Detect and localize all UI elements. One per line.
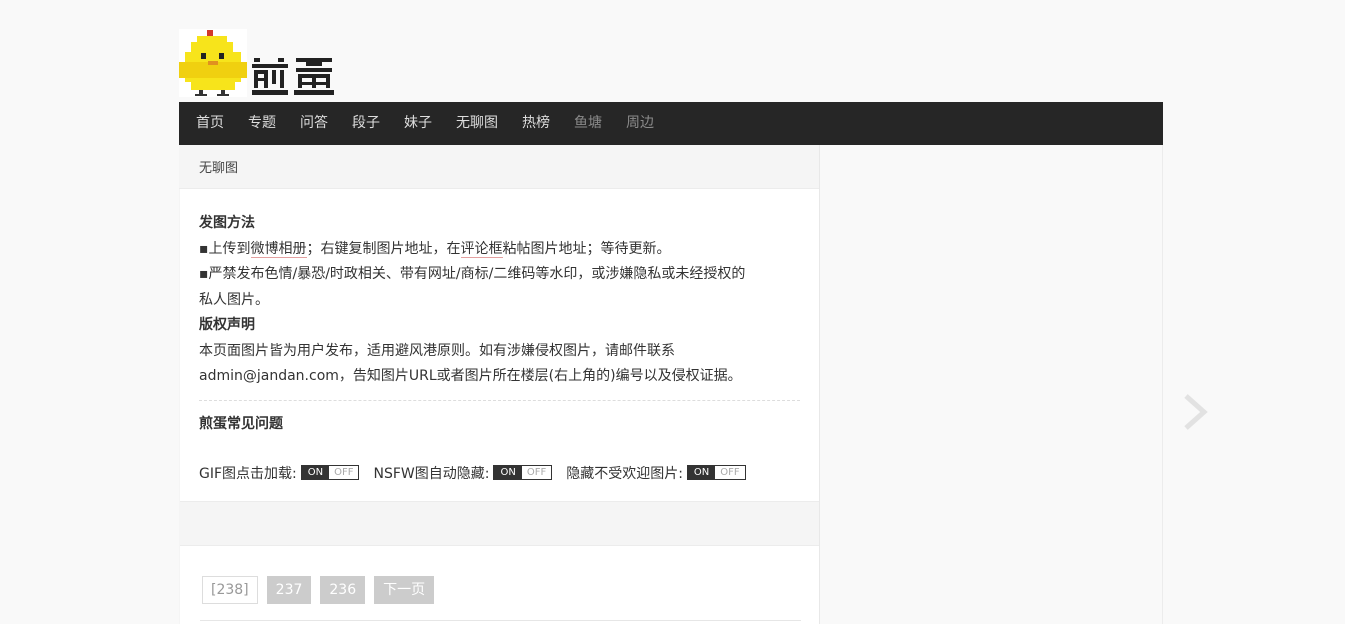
howto-line-2: ▪严禁发布色情/暴恐/时政相关、带有网址/商标/二维码等水印，或涉嫌隐私或未经授…	[199, 266, 746, 282]
nav-item-jokes[interactable]: 段子	[352, 102, 380, 145]
howto-text: ；右键复制图片地址，在	[306, 240, 461, 257]
nav-item-hot[interactable]: 热榜	[522, 102, 550, 145]
breadcrumb: 无聊图	[179, 145, 819, 189]
copyright-title: 版权声明	[199, 317, 255, 333]
pagination: [238] 237 236 下一页	[202, 576, 443, 604]
page-current: [238]	[202, 576, 258, 604]
weibo-album-link[interactable]: 微博相册	[250, 240, 307, 258]
unpopular-toggle-label: 隐藏不受欢迎图片:	[566, 465, 683, 482]
nsfw-toggle-on[interactable]: ON	[494, 466, 522, 479]
divider	[199, 399, 800, 401]
logo-wordmark	[252, 58, 334, 95]
main-column: 无聊图 发图方法 ▪上传到微博相册；右键复制图片地址，在评论框粘帖图片地址；等待…	[179, 145, 820, 624]
nsfw-toggle-off[interactable]: OFF	[521, 466, 552, 479]
settings-toggles: GIF图点击加载: ON OFF NSFW图自动隐藏: ON OFF 隐藏不受欢…	[199, 463, 800, 483]
section-gap	[180, 502, 819, 546]
gif-toggle-off[interactable]: OFF	[329, 466, 359, 479]
howto-text: ▪上传到	[199, 240, 251, 257]
pagination-box: [238] 237 236 下一页	[180, 546, 819, 624]
unpopular-toggle-switch[interactable]: ON OFF	[686, 465, 746, 480]
nav-item-pics[interactable]: 无聊图	[456, 102, 498, 145]
unpopular-toggle-off[interactable]: OFF	[715, 466, 745, 479]
page-link-237[interactable]: 237	[266, 576, 312, 604]
nav-item-home[interactable]: 首页	[196, 102, 224, 145]
nsfw-toggle-label: NSFW图自动隐藏:	[373, 465, 490, 482]
gif-toggle-label: GIF图点击加载:	[199, 465, 297, 482]
howto-text: 粘帖图片地址；等待更新。	[502, 240, 671, 257]
copyright-line-2: admin@jandan.com，告知图片URL或者图片所在楼层(右上角的)编号…	[199, 368, 742, 384]
main-nav: 首页 专题 问答 段子 妹子 无聊图 热榜 鱼塘 周边	[179, 102, 1163, 145]
comment-box-link[interactable]: 评论框	[460, 240, 503, 258]
notice-box: 发图方法 ▪上传到微博相册；右键复制图片地址，在评论框粘帖图片地址；等待更新。 …	[180, 189, 819, 502]
nsfw-toggle-switch[interactable]: ON OFF	[493, 465, 553, 480]
howto-line-3: 私人图片。	[199, 291, 269, 308]
site-logo[interactable]	[179, 29, 336, 97]
howto-title: 发图方法	[199, 215, 255, 231]
page-link-236[interactable]: 236	[320, 576, 366, 604]
nav-item-pond[interactable]: 鱼塘	[574, 102, 602, 145]
copyright-line-1: 本页面图片皆为用户发布，适用避风港原则。如有涉嫌侵权图片，请邮件联系	[199, 342, 675, 359]
gif-toggle-switch[interactable]: ON OFF	[300, 465, 360, 480]
unpopular-toggle-on[interactable]: ON	[687, 466, 716, 479]
nav-item-topics[interactable]: 专题	[248, 102, 276, 145]
chick-logo-icon	[179, 29, 247, 97]
chevron-right-icon[interactable]	[1180, 392, 1210, 432]
gif-toggle-on[interactable]: ON	[301, 466, 330, 479]
page-wrapper: 首页 专题 问答 段子 妹子 无聊图 热榜 鱼塘 周边 无聊图 发图方法 ▪上传…	[179, 0, 1163, 624]
sidebar	[820, 145, 1163, 624]
nav-item-girls[interactable]: 妹子	[404, 102, 432, 145]
nav-item-qa[interactable]: 问答	[300, 102, 328, 145]
next-page-button[interactable]: 下一页	[374, 576, 435, 604]
faq-link[interactable]: 煎蛋常见问题	[199, 411, 800, 437]
divider	[200, 620, 801, 621]
howto-line-1: ▪上传到微博相册；右键复制图片地址，在评论框粘帖图片地址；等待更新。	[199, 237, 800, 263]
nav-item-merch[interactable]: 周边	[626, 102, 654, 145]
